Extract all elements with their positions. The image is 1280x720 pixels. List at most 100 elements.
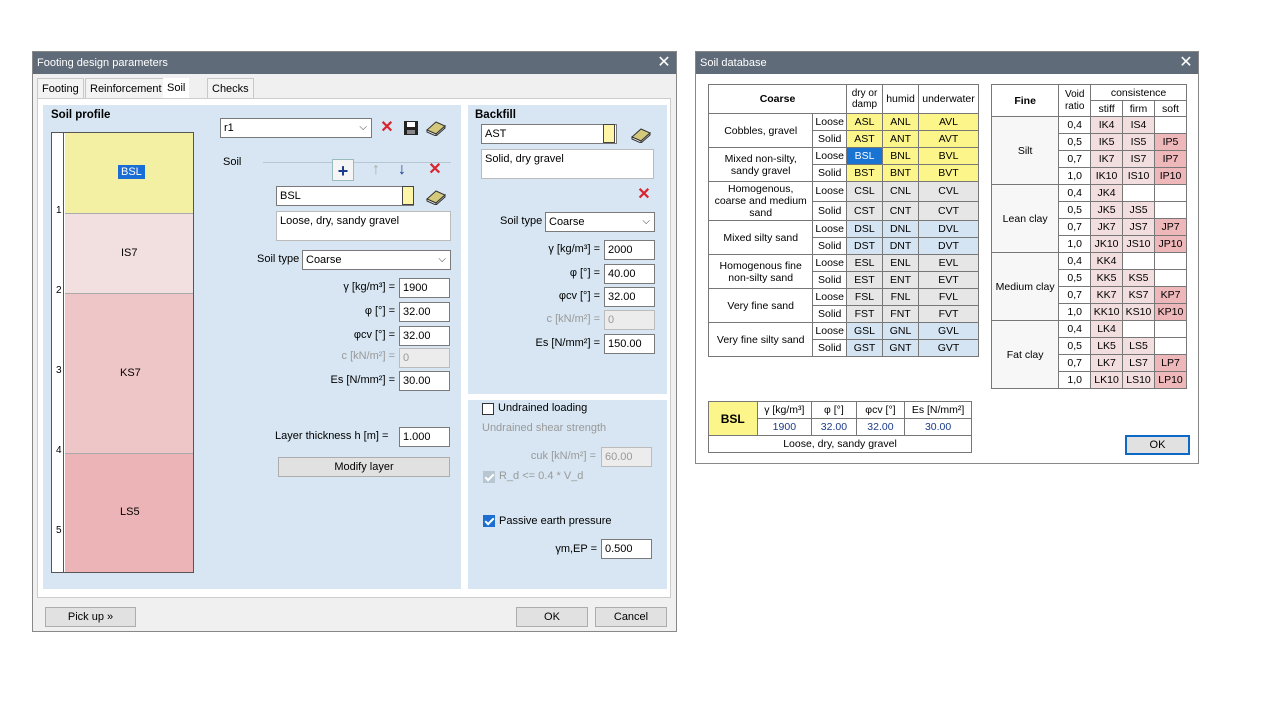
- pick-up-button[interactable]: Pick up »: [45, 607, 136, 627]
- soil-code-cell[interactable]: GNL: [882, 322, 919, 340]
- soil-code-cell[interactable]: JK7: [1090, 218, 1124, 236]
- rd-checkbox[interactable]: [483, 471, 495, 483]
- soil-code-cell[interactable]: KS7: [1122, 286, 1155, 304]
- soil-code-cell[interactable]: DNL: [882, 220, 919, 238]
- soil-code-cell[interactable]: JP7: [1154, 218, 1187, 236]
- soil-code-cell[interactable]: GNT: [882, 339, 919, 357]
- cancel-button[interactable]: Cancel: [595, 607, 667, 627]
- soil-code-cell[interactable]: IP7: [1154, 150, 1187, 168]
- soil-code-cell[interactable]: LK5: [1090, 337, 1124, 355]
- soil-code-cell[interactable]: FVL: [918, 288, 979, 306]
- layer-ks7[interactable]: KS7: [65, 293, 193, 453]
- soil-code-cell[interactable]: BVL: [918, 147, 979, 165]
- soil-code-cell[interactable]: LP10: [1154, 371, 1187, 389]
- soil-code-cell[interactable]: JK5: [1090, 201, 1124, 219]
- soil-code-cell[interactable]: IK4: [1090, 116, 1124, 134]
- tab-footing[interactable]: Footing: [37, 78, 84, 98]
- soil-code-cell[interactable]: GSL: [846, 322, 883, 340]
- layer-ls5[interactable]: LS5: [65, 453, 193, 572]
- backfill-library-icon[interactable]: [630, 123, 652, 145]
- soil-code-cell[interactable]: ENL: [882, 254, 919, 272]
- passive-earth-pressure-checkbox[interactable]: [483, 515, 495, 527]
- soil-code-cell[interactable]: EVL: [918, 254, 979, 272]
- soil-code-cell[interactable]: JK10: [1090, 235, 1124, 253]
- soil-description-input[interactable]: Loose, dry, sandy gravel: [276, 211, 451, 241]
- soil-code-cell[interactable]: KK5: [1090, 269, 1124, 287]
- soil-code-cell[interactable]: ESL: [846, 254, 883, 272]
- add-layer-icon[interactable]: +: [332, 159, 354, 181]
- profile-select[interactable]: r1 ⌵: [220, 118, 372, 138]
- soil-code-cell[interactable]: IP5: [1154, 133, 1187, 151]
- tab-checks[interactable]: Checks: [207, 78, 254, 98]
- soil-code-cell[interactable]: KS5: [1122, 269, 1155, 287]
- backfill-soil-type-select[interactable]: Coarse ⌵: [545, 212, 655, 232]
- soil-code-cell[interactable]: CST: [846, 200, 883, 221]
- soil-code-cell[interactable]: ANT: [882, 130, 919, 148]
- soil-code-cell[interactable]: BNT: [882, 164, 919, 182]
- soil-profile-column[interactable]: BSL IS7 KS7 LS5: [51, 132, 194, 573]
- cuk-input[interactable]: 60.00: [601, 447, 652, 467]
- delete-profile-icon[interactable]: ✕: [376, 117, 398, 139]
- thickness-input[interactable]: 1.000: [399, 427, 450, 447]
- soil-code-cell[interactable]: EST: [846, 271, 883, 289]
- close-icon[interactable]: ✕: [653, 52, 675, 74]
- soil-code-cell[interactable]: DSL: [846, 220, 883, 238]
- soil-code-cell[interactable]: BST: [846, 164, 883, 182]
- backfill-es-input[interactable]: 150.00: [604, 334, 655, 354]
- soil-code-cell[interactable]: JS5: [1122, 201, 1155, 219]
- phicv-input[interactable]: 32.00: [399, 326, 450, 346]
- library-book-icon[interactable]: [425, 116, 447, 138]
- clear-backfill-icon[interactable]: ✕: [633, 184, 655, 206]
- soil-code-cell[interactable]: JS10: [1122, 235, 1155, 253]
- soil-code-cell[interactable]: IK10: [1090, 167, 1124, 185]
- soil-code-cell[interactable]: LS7: [1122, 354, 1155, 372]
- backfill-phicv-input[interactable]: 32.00: [604, 287, 655, 307]
- soil-code-cell[interactable]: FVT: [918, 305, 979, 323]
- soil-code-cell[interactable]: LK4: [1090, 320, 1124, 338]
- soil-type-select[interactable]: Coarse ⌵: [302, 250, 451, 270]
- soil-code-cell[interactable]: ANL: [882, 113, 919, 131]
- ok-button[interactable]: OK: [516, 607, 588, 627]
- soil-code-cell[interactable]: IS5: [1122, 133, 1155, 151]
- soil-code-input[interactable]: BSL: [276, 186, 414, 206]
- phi-input[interactable]: 32.00: [399, 302, 450, 322]
- soil-code-cell[interactable]: IP10: [1154, 167, 1187, 185]
- tab-soil[interactable]: Soil: [163, 78, 190, 98]
- soil-code-cell[interactable]: CVT: [918, 200, 979, 221]
- layer-is7[interactable]: IS7: [65, 213, 193, 293]
- soil-code-cell[interactable]: ASL: [846, 113, 883, 131]
- soil-code-cell[interactable]: IS4: [1122, 116, 1155, 134]
- soil-code-cell[interactable]: KP7: [1154, 286, 1187, 304]
- soil-code-cell[interactable]: FSL: [846, 288, 883, 306]
- soil-code-cell[interactable]: GVT: [918, 339, 979, 357]
- c-input[interactable]: 0: [399, 348, 450, 368]
- soil-code-cell[interactable]: KP10: [1154, 303, 1187, 321]
- soil-code-cell[interactable]: ENT: [882, 271, 919, 289]
- arrow-down-icon[interactable]: ↓: [391, 159, 413, 181]
- backfill-code-input[interactable]: AST: [481, 124, 617, 144]
- soil-code-cell[interactable]: GVL: [918, 322, 979, 340]
- soil-code-cell[interactable]: LK10: [1090, 371, 1124, 389]
- soil-code-cell[interactable]: LP7: [1154, 354, 1187, 372]
- soil-code-cell[interactable]: DVL: [918, 220, 979, 238]
- soil-code-cell[interactable]: KK4: [1090, 252, 1124, 270]
- modify-layer-button[interactable]: Modify layer: [278, 457, 450, 477]
- close-icon[interactable]: ✕: [1175, 52, 1197, 74]
- soil-code-cell[interactable]: IS7: [1122, 150, 1155, 168]
- backfill-c-input[interactable]: 0: [604, 310, 655, 330]
- backfill-color-swatch[interactable]: [603, 124, 615, 143]
- soil-code-cell[interactable]: AVL: [918, 113, 979, 131]
- soil-code-cell[interactable]: CSL: [846, 181, 883, 202]
- soil-code-cell[interactable]: GST: [846, 339, 883, 357]
- backfill-description-input[interactable]: Solid, dry gravel: [481, 149, 654, 179]
- soil-code-cell[interactable]: JK4: [1090, 184, 1124, 202]
- soil-code-cell[interactable]: IK7: [1090, 150, 1124, 168]
- soil-db-ok-button[interactable]: OK: [1125, 435, 1190, 455]
- soil-code-cell[interactable]: LS10: [1122, 371, 1155, 389]
- soil-code-cell[interactable]: FNL: [882, 288, 919, 306]
- soil-code-cell[interactable]: BNL: [882, 147, 919, 165]
- soil-code-cell[interactable]: KK7: [1090, 286, 1124, 304]
- arrow-up-icon[interactable]: ↑: [365, 159, 387, 181]
- soil-code-cell[interactable]: FST: [846, 305, 883, 323]
- soil-code-cell[interactable]: LS5: [1122, 337, 1155, 355]
